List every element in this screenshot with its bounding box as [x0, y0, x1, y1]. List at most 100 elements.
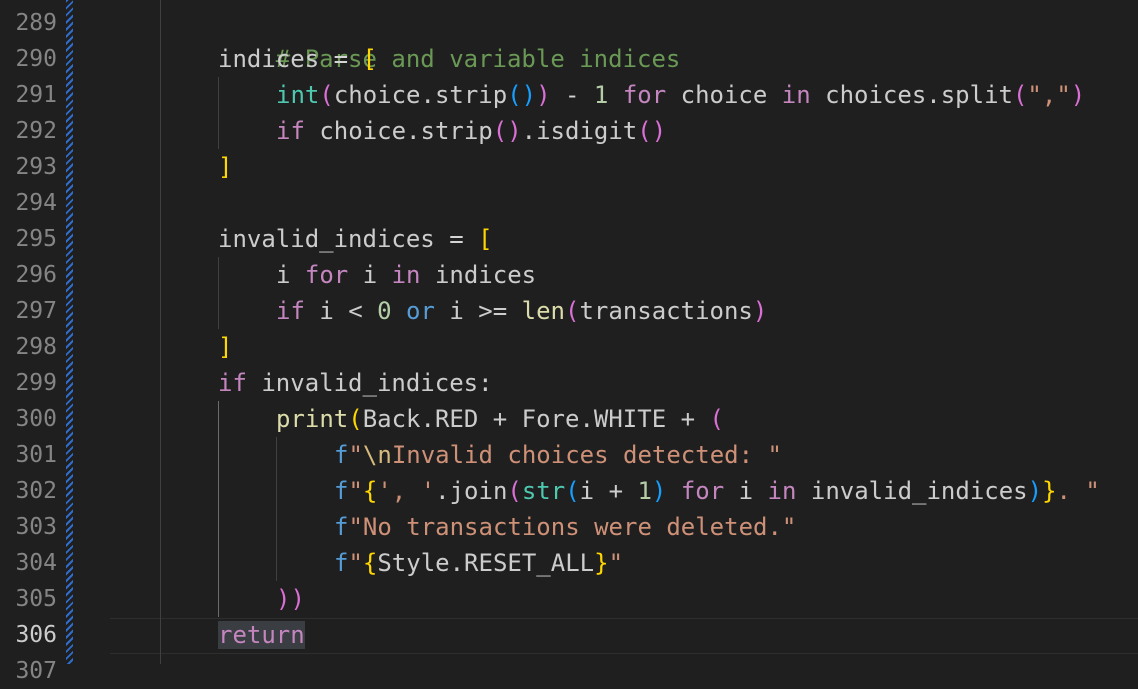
line-number: 294: [15, 190, 57, 216]
indent-guide: [160, 0, 161, 664]
expression: invalid_indices:: [246, 369, 493, 397]
builtin: len: [521, 297, 566, 325]
code-line-291[interactable]: int(choice.strip()) - 1 for choice in ch…: [276, 77, 1085, 113]
fstring-prefix: f: [334, 513, 349, 541]
bracket: (: [348, 405, 363, 433]
expression: i <: [304, 297, 378, 325]
code-line-306[interactable]: return: [218, 617, 305, 653]
identifier: invalid_indices: [810, 477, 1028, 505]
line-number: 297: [15, 298, 57, 324]
identifier: indices: [434, 261, 537, 289]
bracket: ): [1027, 477, 1043, 505]
code-line-303[interactable]: f"No transactions were deleted.": [334, 509, 796, 545]
bracket: (): [492, 117, 522, 145]
bracket: ): [536, 81, 551, 109]
code-line-297[interactable]: if i < 0 or i >= len(transactions): [276, 293, 767, 329]
expression: i >=: [449, 297, 522, 325]
bracket: [: [478, 225, 493, 253]
bracket: ): [1070, 81, 1086, 109]
indent-guide: [276, 437, 277, 581]
code-line-305[interactable]: )): [276, 581, 305, 617]
function-call: print: [276, 405, 349, 433]
keyword-or: or: [391, 297, 450, 325]
bracket: ]: [218, 333, 233, 361]
code-line-304[interactable]: f"{Style.RESET_ALL}": [334, 545, 623, 581]
identifier: i: [362, 261, 378, 289]
code-line-292[interactable]: if choice.strip().isdigit(): [276, 113, 666, 149]
brace: {: [362, 477, 378, 505]
fstring-prefix: f: [334, 477, 349, 505]
keyword-return: return: [218, 621, 305, 649]
expression: Style.RESET_ALL: [377, 549, 595, 577]
line-number-active: 306: [15, 622, 57, 648]
number: 1: [593, 81, 609, 109]
code-line-299[interactable]: if invalid_indices:: [218, 365, 493, 401]
string: ": [348, 441, 363, 469]
identifier: choice.strip: [304, 117, 493, 145]
code-line-301[interactable]: f"\nInvalid choices detected: ": [334, 437, 782, 473]
line-number: 301: [15, 442, 57, 468]
line-number: 291: [15, 82, 57, 108]
line-number: 295: [15, 226, 57, 252]
identifier: invalid_indices: [218, 225, 435, 253]
operator: =: [434, 225, 479, 253]
code-line-289[interactable]: # Parse and variable indices: [218, 5, 681, 73]
bracket: ]: [218, 153, 233, 181]
bracket: )): [276, 585, 305, 613]
string: ', ': [377, 477, 436, 505]
code-line-302[interactable]: f"{', '.join(str(i + 1) for i in invalid…: [334, 473, 1100, 509]
bracket: (: [565, 297, 580, 325]
code-line-296[interactable]: i for i in indices: [276, 257, 536, 293]
keyword: in: [767, 81, 826, 109]
string: ": [348, 549, 363, 577]
bracket: (: [565, 477, 580, 505]
keyword: if: [218, 369, 247, 397]
identifier: i: [738, 477, 754, 505]
bracket: (: [1012, 81, 1028, 109]
string: ": [608, 549, 624, 577]
identifier: .isdigit: [521, 117, 638, 145]
keyword: for: [666, 477, 739, 505]
brace: }: [1042, 477, 1057, 505]
fstring-prefix: f: [334, 441, 349, 469]
method: .join: [435, 477, 508, 505]
bracket: (: [507, 477, 522, 505]
line-number: 293: [15, 154, 57, 180]
identifier: choices.split: [825, 81, 1013, 109]
indent-guide: [218, 257, 219, 329]
identifier: i: [276, 261, 291, 289]
line-number: 296: [15, 262, 57, 288]
line-number: 290: [15, 46, 57, 72]
string: "No transactions were deleted.": [348, 513, 797, 541]
string: ": [348, 477, 363, 505]
line-number-gutter: 289 290 291 292 293 294 295 296 297 298 …: [0, 0, 64, 684]
line-number: 289: [15, 10, 57, 36]
line-number: 305: [15, 586, 57, 612]
keyword: for: [290, 261, 363, 289]
bracket: (: [319, 81, 334, 109]
expression: i +: [579, 477, 638, 505]
bracket: (): [637, 117, 667, 145]
string: Invalid choices detected: ": [391, 441, 782, 469]
escape-sequence: \n: [362, 441, 392, 469]
bracket: (: [709, 405, 724, 433]
bracket: (): [507, 81, 537, 109]
code-line-300[interactable]: print(Back.RED + Fore.WHITE + (: [276, 401, 724, 437]
string: ",": [1027, 81, 1071, 109]
line-number: 303: [15, 514, 57, 540]
code-line-290[interactable]: indices = [: [218, 41, 377, 77]
modified-lines-indicator[interactable]: [66, 0, 73, 664]
number: 0: [377, 297, 392, 325]
line-number: 299: [15, 370, 57, 396]
bracket: [: [362, 45, 377, 73]
code-editor[interactable]: 289 290 291 292 293 294 295 296 297 298 …: [0, 0, 1138, 684]
line-number: 307: [15, 658, 57, 684]
code-line-293[interactable]: ]: [218, 149, 232, 185]
builtin: str: [521, 477, 566, 505]
code-line-295[interactable]: invalid_indices = [: [218, 221, 493, 257]
bracket: ): [651, 477, 667, 505]
builtin: int: [276, 81, 320, 109]
keyword: in: [753, 477, 811, 505]
code-line-298[interactable]: ]: [218, 329, 232, 365]
keyword: in: [377, 261, 435, 289]
